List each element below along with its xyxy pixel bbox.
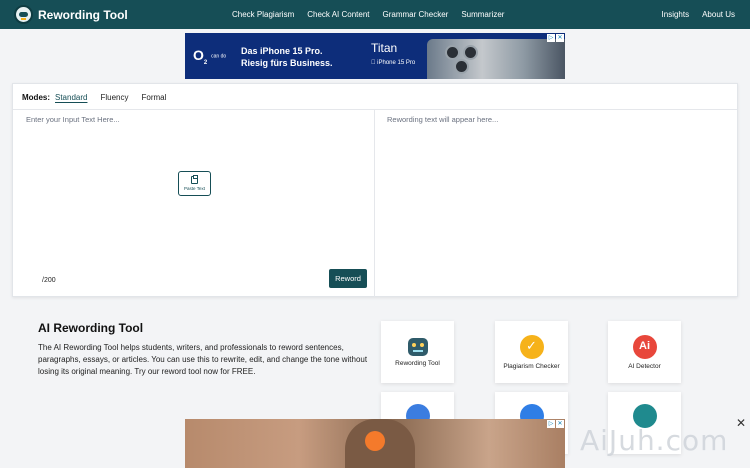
ad-product-sub:  iPhone 15 Pro bbox=[371, 60, 415, 66]
reword-button[interactable]: Reword bbox=[329, 269, 367, 288]
section-title: AI Rewording Tool bbox=[38, 321, 144, 335]
ai-icon bbox=[632, 335, 657, 359]
modes-label: Modes: bbox=[22, 93, 50, 102]
nav-insights[interactable]: Insights bbox=[662, 10, 690, 19]
paste-text-label: Paste Text bbox=[184, 186, 205, 191]
clipboard-icon bbox=[191, 175, 198, 184]
check-icon bbox=[519, 335, 544, 359]
nav-check-ai-content[interactable]: Check AI Content bbox=[307, 10, 369, 19]
mode-fluency[interactable]: Fluency bbox=[100, 93, 128, 102]
mode-formal[interactable]: Formal bbox=[141, 93, 166, 102]
robot-icon bbox=[407, 338, 428, 356]
nav-about-us[interactable]: About Us bbox=[702, 10, 735, 19]
camera-lens-icon bbox=[445, 45, 460, 60]
rewording-editor: Modes: Standard Fluency Formal Enter you… bbox=[12, 83, 738, 297]
ad-choices[interactable]: ▷ ✕ bbox=[547, 34, 564, 42]
camera-lens-icon bbox=[463, 45, 478, 60]
close-ad-icon[interactable]: ✕ bbox=[736, 416, 746, 430]
bottom-ad-banner[interactable]: ▷ ✕ bbox=[185, 419, 565, 468]
ad-phone-image bbox=[427, 39, 565, 79]
nav-grammar-checker[interactable]: Grammar Checker bbox=[383, 10, 449, 19]
tool-card-rewording[interactable]: Rewording Tool bbox=[381, 321, 454, 383]
tool-card-plagiarism[interactable]: Plagiarism Checker bbox=[495, 321, 568, 383]
mode-standard[interactable]: Standard bbox=[55, 93, 87, 102]
ad-play-icon[interactable] bbox=[365, 431, 385, 451]
ad-product-title: Titan bbox=[371, 41, 398, 55]
editor-divider bbox=[13, 109, 737, 110]
logo-text: Rewording Tool bbox=[38, 7, 128, 22]
tool-card-ai-detector[interactable]: AI Detector bbox=[608, 321, 681, 383]
mode-selector: Modes: Standard Fluency Formal bbox=[22, 93, 179, 102]
ad-close-icon[interactable]: ✕ bbox=[556, 420, 564, 428]
ad-info-icon[interactable]: ▷ bbox=[547, 420, 555, 428]
nav-check-plagiarism[interactable]: Check Plagiarism bbox=[232, 10, 294, 19]
ad-headline: Das iPhone 15 Pro. Riesig fürs Business. bbox=[241, 46, 333, 68]
watermark-text: AiJuh.com bbox=[580, 424, 729, 457]
ad-info-icon[interactable]: ▷ bbox=[547, 34, 555, 42]
top-navbar: Rewording Tool Check Plagiarism Check AI… bbox=[0, 0, 750, 29]
top-ad-banner[interactable]: O2 can do Das iPhone 15 Pro. Riesig fürs… bbox=[185, 33, 565, 79]
panel-divider bbox=[374, 110, 375, 297]
section-description: The AI Rewording Tool helps students, wr… bbox=[38, 343, 368, 376]
camera-lens-icon bbox=[454, 59, 469, 74]
logo-icon bbox=[14, 5, 33, 24]
ad-product: Titan  iPhone 15 Pro bbox=[371, 41, 415, 66]
tool-card-label: Rewording Tool bbox=[395, 360, 440, 367]
paste-text-button[interactable]: Paste Text bbox=[178, 171, 211, 196]
output-area: Rewording text will appear here... bbox=[387, 115, 499, 124]
tool-card-label: Plagiarism Checker bbox=[503, 363, 560, 370]
ad-choices[interactable]: ▷ ✕ bbox=[547, 420, 564, 428]
secondary-nav: Insights About Us bbox=[649, 0, 735, 29]
nav-summarizer[interactable]: Summarizer bbox=[461, 10, 504, 19]
character-counter: /200 bbox=[42, 277, 56, 284]
input-textarea[interactable]: Enter your Input Text Here... bbox=[26, 115, 120, 124]
ad-brand-logo: O2 can do bbox=[193, 47, 227, 66]
main-nav: Check Plagiarism Check AI Content Gramma… bbox=[232, 0, 517, 29]
tool-card-label: AI Detector bbox=[628, 363, 661, 370]
ad-close-icon[interactable]: ✕ bbox=[556, 34, 564, 42]
site-logo[interactable]: Rewording Tool bbox=[14, 5, 128, 24]
